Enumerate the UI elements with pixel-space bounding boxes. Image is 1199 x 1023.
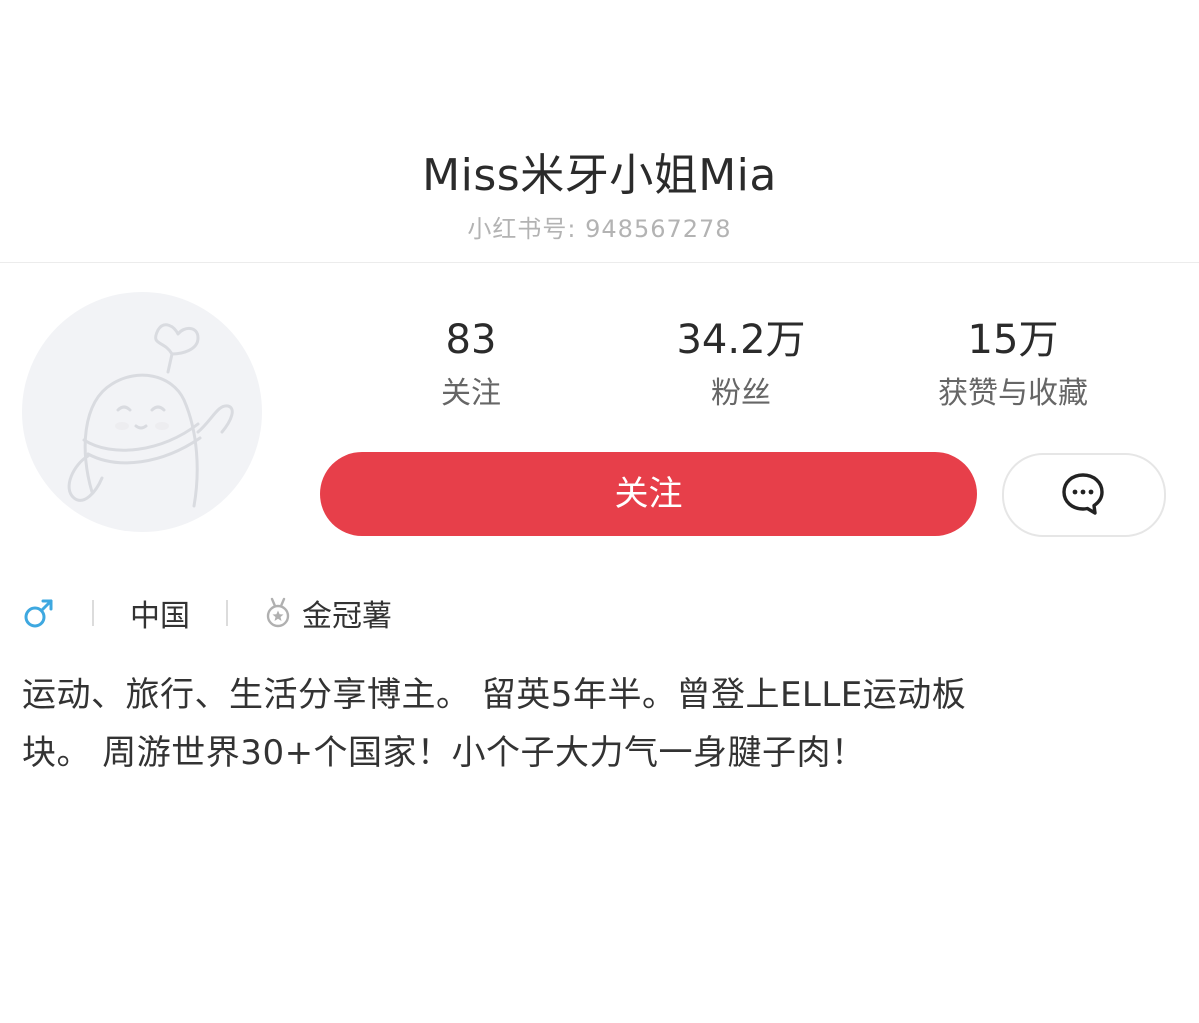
user-id: 小红书号: 948567278 — [467, 215, 732, 243]
meta-divider — [92, 600, 94, 626]
profile-header: Miss米牙小姐Mia 小红书号: 948567278 — [0, 0, 1199, 263]
stat-following-label: 关注 — [441, 376, 501, 411]
avatar[interactable] — [22, 292, 262, 532]
stat-following[interactable]: 83 关注 — [361, 312, 581, 414]
stat-followers-label: 粉丝 — [711, 376, 771, 411]
message-button[interactable] — [1002, 453, 1166, 537]
stat-following-value: 83 — [445, 317, 497, 363]
profile-meta-row: 中国 金冠薯 — [22, 592, 392, 634]
profile-bio: 运动、旅行、生活分享博主。 留英5年半。曾登上ELLE运动板 块。 周游世界30… — [22, 666, 1122, 782]
bio-line-1: 运动、旅行、生活分享博主。 留英5年半。曾登上ELLE运动板 — [22, 675, 967, 715]
level-badge-text: 金冠薯 — [302, 599, 392, 634]
stat-likes-value: 15万 — [967, 317, 1059, 363]
stat-likes-label: 获赞与收藏 — [938, 376, 1088, 411]
chat-bubble-icon — [1062, 473, 1104, 515]
location-text: 中国 — [130, 599, 190, 634]
default-avatar-illustration — [67, 323, 234, 508]
profile-name: Miss米牙小姐Mia — [422, 150, 777, 201]
follow-button[interactable]: 关注 — [320, 452, 977, 536]
medal-icon — [264, 597, 292, 629]
male-gender-icon — [22, 596, 56, 630]
bio-line-2: 块。 周游世界30+个国家！小个子大力气一身腱子肉！ — [22, 733, 866, 773]
meta-divider — [226, 600, 228, 626]
stat-followers[interactable]: 34.2万 粉丝 — [631, 312, 851, 414]
stat-followers-value: 34.2万 — [676, 317, 806, 363]
stat-likes-collections[interactable]: 15万 获赞与收藏 — [903, 312, 1123, 414]
